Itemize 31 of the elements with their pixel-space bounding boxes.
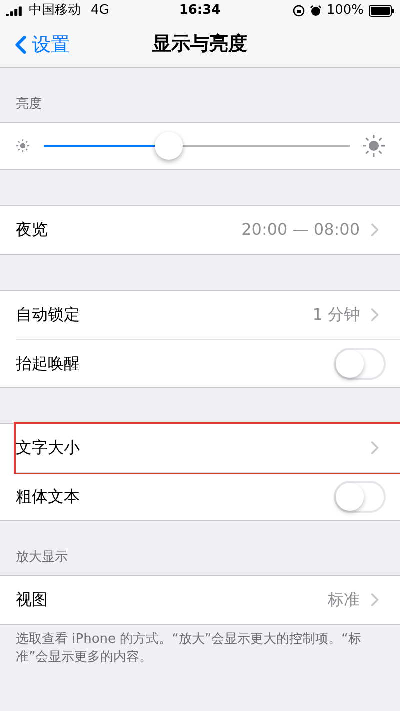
settings-row[interactable]: 自动锁定 1 分钟 <box>16 291 400 339</box>
brightness-slider[interactable] <box>44 132 350 160</box>
footer-note: 选取查看 iPhone 的方式。“放大”会显示更大的控制项。“标准”会显示更多的内容。 <box>15 631 362 667</box>
carrier-text: 中国移动 <box>29 2 81 20</box>
toggle-switch[interactable] <box>334 348 386 380</box>
row-value: 标准 <box>328 589 360 611</box>
page-title: 显示与亮度 <box>152 32 248 58</box>
dim-sun-icon <box>14 137 32 155</box>
settings-row[interactable]: 粗体文本 <box>16 472 400 520</box>
settings-row[interactable]: 文字大小 <box>16 424 400 472</box>
row-value: 1 分钟 <box>312 304 360 326</box>
battery-percent: 100% <box>326 2 364 20</box>
bright-sun-icon <box>362 134 386 158</box>
toggle-switch[interactable] <box>334 480 386 512</box>
row-label: 抬起唤醒 <box>16 352 81 374</box>
row-label: 夜览 <box>16 219 49 241</box>
rotation-lock-icon <box>292 5 305 17</box>
back-button[interactable]: 设置 <box>6 30 70 60</box>
status-time: 16:34 <box>179 2 221 20</box>
row-label: 文字大小 <box>16 437 81 459</box>
section-header: 放大显示 <box>16 548 68 566</box>
network-text: 4G <box>91 2 110 20</box>
row-label: 自动锁定 <box>16 304 81 326</box>
section-header: 亮度 <box>16 96 42 114</box>
row-label: 粗体文本 <box>16 486 81 508</box>
settings-row[interactable]: 抬起唤醒 <box>16 339 400 387</box>
alarm-icon <box>310 5 322 17</box>
row-value: 20:00 — 08:00 <box>242 219 360 241</box>
battery-icon <box>369 5 394 17</box>
row-label: 视图 <box>16 589 49 611</box>
signal-icon <box>6 6 23 16</box>
